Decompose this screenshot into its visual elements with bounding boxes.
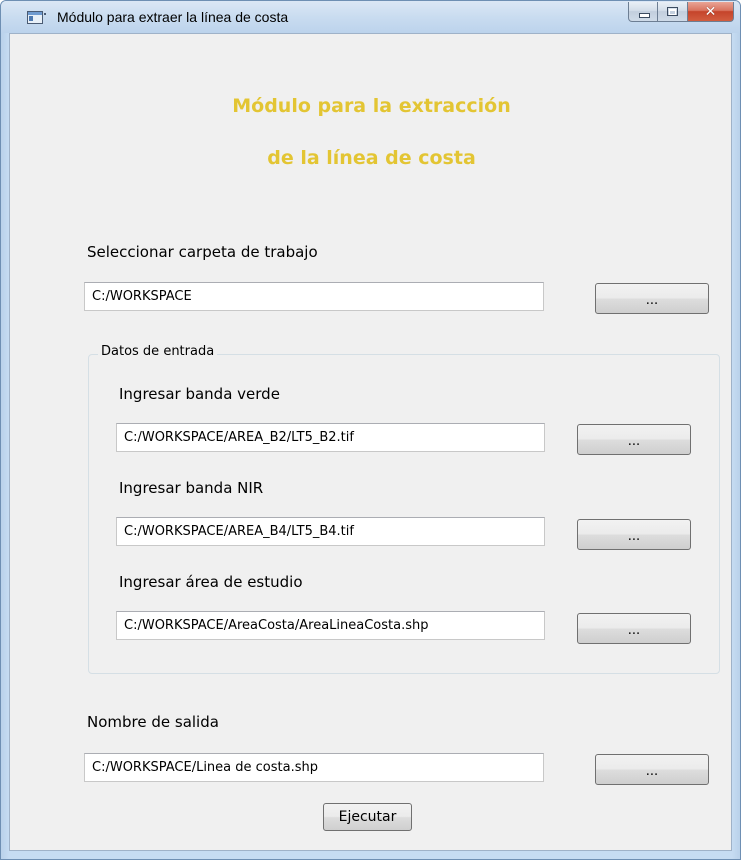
window-title: Módulo para extraer la línea de costa	[57, 9, 289, 25]
maximize-icon	[667, 7, 678, 16]
input-data-group-title: Datos de entrada	[98, 344, 218, 359]
study-area-browse-button[interactable]: ...	[577, 613, 691, 644]
maximize-button[interactable]	[658, 2, 688, 22]
close-icon: ✕	[704, 3, 717, 19]
output-name-label: Nombre de salida	[87, 713, 219, 731]
output-path-field[interactable]: C:/WORKSPACE/Linea de costa.shp	[84, 753, 544, 782]
title-bar[interactable]: Módulo para extraer la línea de costa ✕	[1, 1, 740, 33]
study-area-label: Ingresar área de estudio	[119, 573, 303, 591]
nir-band-path-field[interactable]: C:/WORKSPACE/AREA_B4/LT5_B4.tif	[116, 517, 545, 546]
caption-buttons: ✕	[628, 2, 734, 22]
nir-band-label: Ingresar banda NIR	[119, 479, 264, 497]
study-area-path-field[interactable]: C:/WORKSPACE/AreaCosta/AreaLineaCosta.sh…	[116, 611, 545, 640]
close-button[interactable]: ✕	[688, 2, 734, 22]
heading-line-2: de la línea de costa	[267, 147, 476, 169]
green-band-browse-button[interactable]: ...	[577, 424, 691, 455]
green-band-label: Ingresar banda verde	[119, 385, 280, 403]
app-icon-marker	[44, 13, 46, 15]
minimize-button[interactable]	[628, 2, 658, 22]
dialog-client-area: Módulo para la extracción de la línea de…	[9, 33, 732, 851]
main-window: Módulo para extraer la línea de costa ✕ …	[0, 0, 741, 860]
workspace-path-field[interactable]: C:/WORKSPACE	[84, 282, 544, 311]
run-button[interactable]: Ejecutar	[323, 803, 412, 831]
nir-band-browse-button[interactable]: ...	[577, 519, 691, 550]
green-band-path-field[interactable]: C:/WORKSPACE/AREA_B2/LT5_B2.tif	[116, 423, 545, 452]
app-window-icon[interactable]	[27, 11, 43, 24]
workspace-label: Seleccionar carpeta de trabajo	[87, 243, 318, 261]
output-browse-button[interactable]: ...	[595, 754, 709, 785]
workspace-browse-button[interactable]: ...	[595, 283, 709, 314]
heading-line-1: Módulo para la extracción	[232, 95, 511, 117]
minimize-icon	[639, 13, 650, 18]
